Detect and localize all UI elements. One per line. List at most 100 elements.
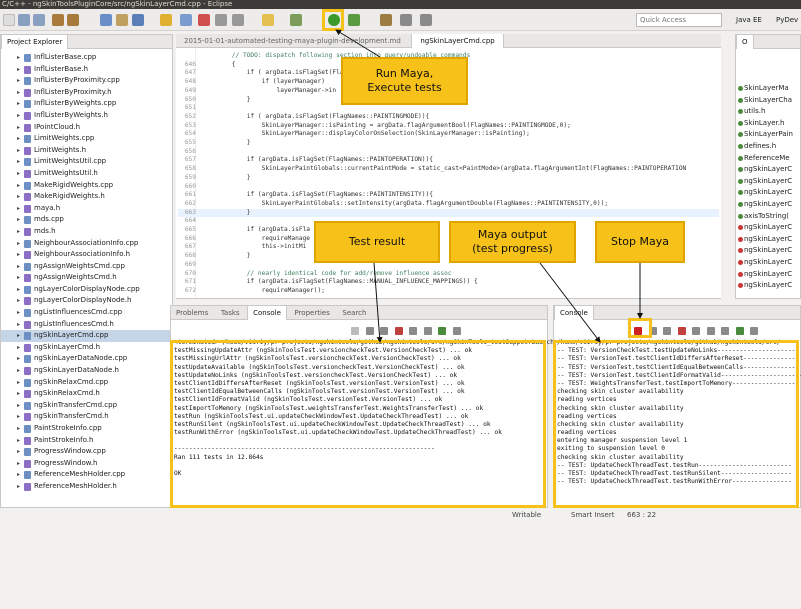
expand-arrow-icon[interactable]: ▸ <box>17 342 20 354</box>
open-type-icon[interactable] <box>180 14 192 26</box>
expand-arrow-icon[interactable]: ▸ <box>17 110 20 122</box>
expand-arrow-icon[interactable]: ▸ <box>17 481 20 493</box>
tree-item[interactable]: ▸ NeighbourAssociationInfo.h <box>1 249 172 261</box>
remove-all-icon[interactable] <box>380 327 389 335</box>
remove-all-icon[interactable] <box>663 327 672 335</box>
tree-item[interactable]: ▸ ngAssignWeightsCmd.cpp <box>1 261 172 273</box>
new-source-icon[interactable] <box>116 14 128 26</box>
tree-item[interactable]: ▸ ReferenceMeshHolder.cpp <box>1 469 172 481</box>
debug-icon[interactable] <box>290 14 302 26</box>
tree-item[interactable]: ▸ InflListerBase.h <box>1 64 172 76</box>
tree-item[interactable]: ▸ ProgressWindow.h <box>1 458 172 470</box>
expand-arrow-icon[interactable]: ▸ <box>17 435 20 447</box>
prev-annotation-icon[interactable] <box>232 14 244 26</box>
tab-search[interactable]: Search <box>337 306 371 320</box>
forward-icon[interactable] <box>420 14 432 26</box>
tree-item[interactable]: ▸ MakeRigidWeights.cpp <box>1 180 172 192</box>
quick-access-input[interactable] <box>636 13 722 27</box>
tab-outline[interactable]: O <box>736 35 754 49</box>
expand-arrow-icon[interactable]: ▸ <box>17 52 20 64</box>
outline-item[interactable]: SkinLayerCha <box>736 95 800 107</box>
expand-arrow-icon[interactable]: ▸ <box>17 203 20 215</box>
tab-ngskinlayercmd[interactable]: ngSkinLayerCmd.cpp <box>411 34 504 48</box>
tree-item[interactable]: ▸ InflListerBase.cpp <box>1 52 172 64</box>
expand-arrow-icon[interactable]: ▸ <box>17 133 20 145</box>
expand-arrow-icon[interactable]: ▸ <box>17 98 20 110</box>
expand-arrow-icon[interactable]: ▸ <box>17 365 20 377</box>
tree-item[interactable]: ▸ ngListInfluencesCmd.h <box>1 319 172 331</box>
next-annotation-icon[interactable] <box>215 14 227 26</box>
outline-item[interactable]: ReferenceMe <box>736 153 800 165</box>
expand-arrow-icon[interactable]: ▸ <box>17 87 20 99</box>
tree-item[interactable]: ▸ ngSkinLayerDataNode.h <box>1 365 172 377</box>
new-class-icon[interactable] <box>100 14 112 26</box>
expand-arrow-icon[interactable]: ▸ <box>17 145 20 157</box>
outline-item[interactable]: defines.h <box>736 141 800 153</box>
expand-arrow-icon[interactable]: ▸ <box>17 284 20 296</box>
search-icon[interactable] <box>160 14 172 26</box>
expand-arrow-icon[interactable]: ▸ <box>17 261 20 273</box>
tree-item[interactable]: ▸ ngSkinRelaxCmd.cpp <box>1 377 172 389</box>
tab-console[interactable]: Console <box>247 306 287 320</box>
tab-markdown-post[interactable]: 2015-01-01-automated-testing-maya-plugin… <box>176 34 409 48</box>
expand-arrow-icon[interactable]: ▸ <box>17 64 20 76</box>
tree-item[interactable]: ▸ ngSkinTransferCmd.cpp <box>1 400 172 412</box>
tree-item[interactable]: ▸ ngAssignWeightsCmd.h <box>1 272 172 284</box>
tree-item[interactable]: ▸ MakeRigidWeights.h <box>1 191 172 203</box>
toggle-mark-icon[interactable] <box>198 14 210 26</box>
new-header-icon[interactable] <box>132 14 144 26</box>
expand-arrow-icon[interactable]: ▸ <box>17 469 20 481</box>
expand-arrow-icon[interactable]: ▸ <box>17 249 20 261</box>
pin-console-icon[interactable] <box>706 327 715 335</box>
tree-item[interactable]: ▸ InflListerByProximity.h <box>1 87 172 99</box>
scroll-lock-icon[interactable] <box>692 327 701 335</box>
pin-console-icon[interactable] <box>423 327 432 335</box>
tab-tasks[interactable]: Tasks <box>216 306 245 320</box>
tree-item[interactable]: ▸ ngSkinLayerCmd.h <box>1 342 172 354</box>
outline-item[interactable]: ngSkinLayerC <box>736 199 800 211</box>
outline-item[interactable]: ngSkinLayerC <box>736 269 800 281</box>
word-wrap-icon[interactable] <box>721 327 730 335</box>
display-console-icon[interactable] <box>735 327 744 335</box>
tree-item[interactable]: ▸ ngListInfluencesCmd.cpp <box>1 307 172 319</box>
clear-console-icon[interactable] <box>394 327 403 335</box>
tree-item[interactable]: ▸ InflListerByProximity.cpp <box>1 75 172 87</box>
build-all-icon[interactable] <box>67 14 79 26</box>
outline-item[interactable]: ngSkinLayerC <box>736 176 800 188</box>
new-icon[interactable] <box>3 14 15 26</box>
tree-item[interactable]: ▸ maya.h <box>1 203 172 215</box>
tree-item[interactable]: ▸ mds.cpp <box>1 214 172 226</box>
tree-item[interactable]: ▸ LimitWeights.h <box>1 145 172 157</box>
expand-arrow-icon[interactable]: ▸ <box>17 214 20 226</box>
expand-arrow-icon[interactable]: ▸ <box>17 191 20 203</box>
tree-item[interactable]: ▸ LimitWeightsUtil.h <box>1 168 172 180</box>
terminate-icon[interactable] <box>351 327 359 335</box>
open-console-icon[interactable] <box>750 327 759 335</box>
external-tools-icon[interactable] <box>348 14 360 26</box>
save-icon[interactable] <box>18 14 30 26</box>
outline-item[interactable]: ngSkinLayerC <box>736 257 800 269</box>
pin-editor-icon[interactable] <box>262 14 274 26</box>
tab-properties[interactable]: Properties <box>289 306 334 320</box>
tree-item[interactable]: ▸ IPointCloud.h <box>1 122 172 134</box>
outline-item[interactable]: SkinLayer.h <box>736 118 800 130</box>
perspective-pydev[interactable]: PyDev <box>776 14 798 26</box>
outline-item[interactable]: ngSkinLayerC <box>736 280 800 292</box>
tree-item[interactable]: ▸ ProgressWindow.cpp <box>1 446 172 458</box>
expand-arrow-icon[interactable]: ▸ <box>17 411 20 423</box>
expand-arrow-icon[interactable]: ▸ <box>17 226 20 238</box>
expand-arrow-icon[interactable]: ▸ <box>17 388 20 400</box>
outline-item[interactable]: ngSkinLayerC <box>736 234 800 246</box>
perspective-java-ee[interactable]: Java EE <box>736 14 762 26</box>
clear-console-icon[interactable] <box>677 327 686 335</box>
expand-arrow-icon[interactable]: ▸ <box>17 122 20 134</box>
remove-launch-icon[interactable] <box>365 327 374 335</box>
open-task-icon[interactable] <box>380 14 392 26</box>
tab-problems[interactable]: Problems <box>171 306 213 320</box>
build-icon[interactable] <box>52 14 64 26</box>
save-all-icon[interactable] <box>33 14 45 26</box>
scroll-lock-icon[interactable] <box>409 327 418 335</box>
outline-item[interactable]: ngSkinLayerC <box>736 222 800 234</box>
outline-item[interactable]: ngSkinLayerC <box>736 245 800 257</box>
expand-arrow-icon[interactable]: ▸ <box>17 307 20 319</box>
